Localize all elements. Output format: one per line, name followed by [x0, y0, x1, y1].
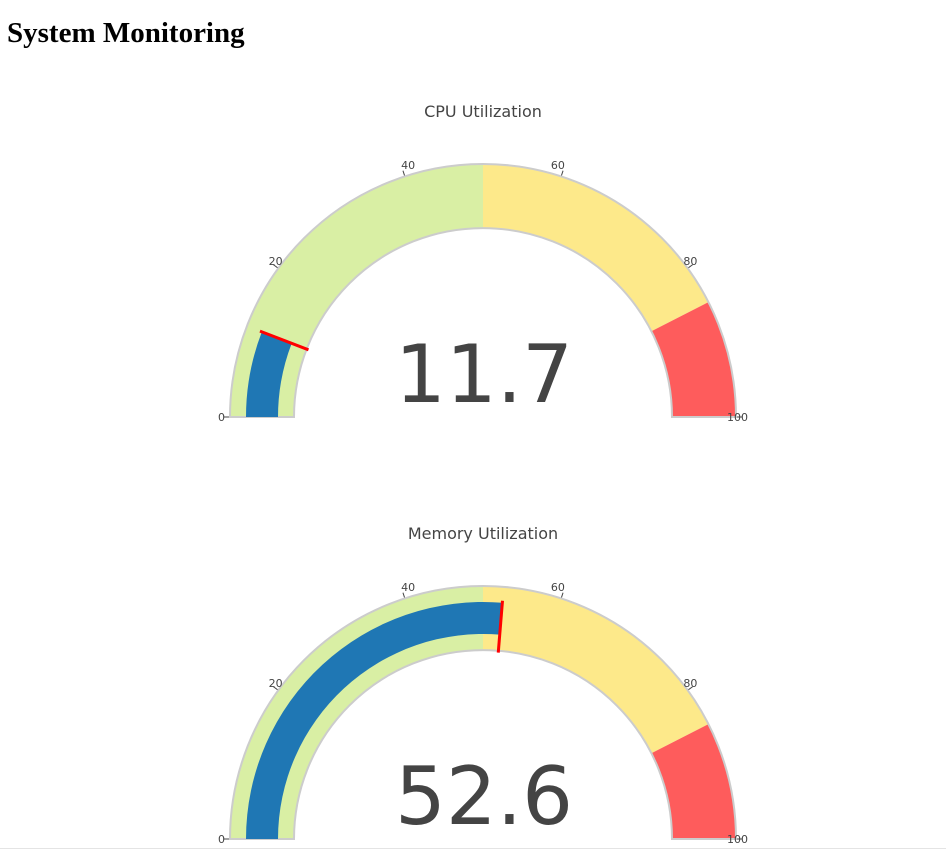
- gauge-tick-label: 100: [727, 833, 748, 844]
- gauge-tick-label: 40: [401, 159, 415, 172]
- memory-gauge-svg: Memory Utilization 0 20 40 60 80 100 52.6: [218, 524, 748, 844]
- gauge-tick-label: 80: [683, 677, 697, 690]
- cpu-gauge-svg: CPU Utilization 0 20 40 60 80 100 11.7: [218, 102, 748, 422]
- gauge-tick-label: 60: [551, 581, 565, 594]
- gauge-tick-label: 20: [269, 677, 283, 690]
- gauge-tick-label: 20: [269, 255, 283, 268]
- gauge-value: 52.6: [395, 750, 573, 843]
- gauge-value: 11.7: [395, 328, 573, 421]
- bottom-divider: [0, 848, 946, 849]
- gauge-tick-label: 0: [218, 833, 225, 844]
- gauge-step-1: [483, 586, 709, 754]
- gauge-tick-label: 0: [218, 411, 225, 422]
- gauge-tick-label: 100: [727, 411, 748, 422]
- gauge-title: Memory Utilization: [408, 524, 558, 543]
- gauge-title: CPU Utilization: [424, 102, 542, 121]
- memory-utilization-gauge: Memory Utilization 0 20 40 60 80 100 52.6: [0, 422, 946, 844]
- gauge-tick-label: 60: [551, 159, 565, 172]
- gauge-step-1: [483, 164, 709, 332]
- gauge-tick-label: 80: [683, 255, 697, 268]
- gauge-tick-label: 40: [401, 581, 415, 594]
- cpu-utilization-gauge: CPU Utilization 0 20 40 60 80 100 11.7: [0, 0, 946, 422]
